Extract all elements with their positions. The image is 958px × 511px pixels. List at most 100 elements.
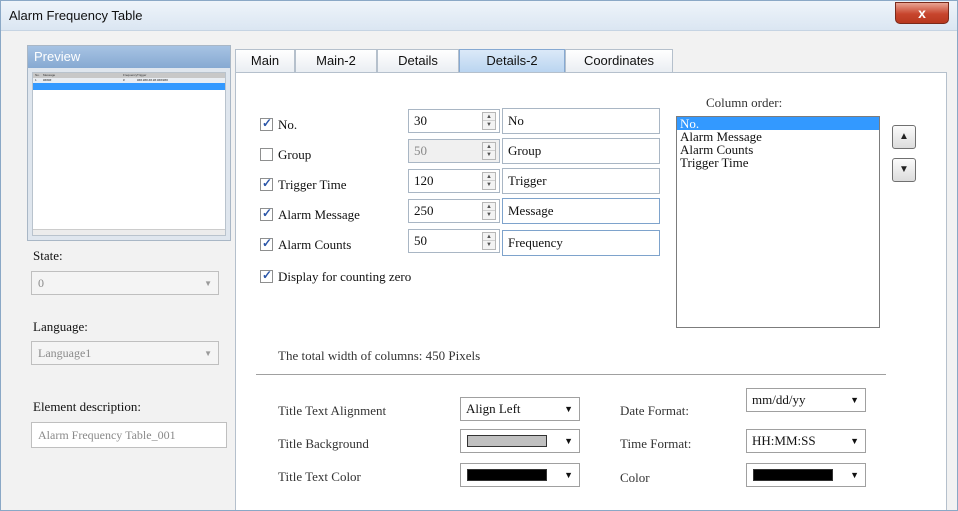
- preview-mini-scrollbar: [33, 229, 225, 235]
- column-trigger-time-title-input[interactable]: Trigger: [502, 168, 660, 194]
- details-2-panel: No. 30 ▲▼ No Group 50 ▲▼ Group Trigger T…: [235, 72, 947, 510]
- date-format-select[interactable]: mm/dd/yy ▼: [746, 388, 866, 412]
- window-title: Alarm Frequency Table: [9, 8, 143, 23]
- tab-details[interactable]: Details: [377, 49, 459, 73]
- display-zero-checkbox[interactable]: [260, 268, 273, 283]
- chevron-down-icon: ▼: [564, 436, 573, 446]
- title-background-color-picker[interactable]: ▼: [460, 429, 580, 453]
- column-alarm-counts-width-stepper[interactable]: 50 ▲ ▼: [408, 229, 500, 253]
- tab-details-2[interactable]: Details-2: [459, 49, 565, 73]
- spin-up-icon[interactable]: ▲: [483, 233, 495, 241]
- total-width-text: The total width of columns: 450 Pixels: [278, 348, 481, 363]
- chevron-down-icon: ▼: [850, 395, 859, 405]
- chevron-down-icon: ▼: [564, 404, 573, 414]
- column-trigger-time-width-stepper[interactable]: 120 ▲ ▼: [408, 169, 500, 193]
- state-value: 0: [38, 276, 44, 290]
- title-text-color-label: Title Text Color: [278, 469, 361, 484]
- spin-buttons[interactable]: ▲ ▼: [482, 202, 496, 220]
- spin-buttons: ▲ ▼: [482, 142, 496, 160]
- title-text-alignment-value: Align Left: [466, 401, 521, 416]
- spin-down-icon[interactable]: ▼: [483, 181, 495, 189]
- display-zero-label: Display for counting zero: [278, 269, 412, 284]
- triangle-down-icon: ▼: [899, 164, 909, 175]
- element-description-field[interactable]: Alarm Frequency Table_001: [31, 422, 227, 448]
- state-label: State:: [33, 248, 63, 263]
- title-background-label: Title Background: [278, 436, 369, 451]
- title-text-alignment-label: Title Text Alignment: [278, 403, 387, 418]
- preview-panel: Preview No. Message Frequency Trigger 1 …: [27, 45, 231, 241]
- color-label: Color: [620, 470, 650, 485]
- column-order-list[interactable]: No. Alarm Message Alarm Counts Trigger T…: [676, 116, 880, 328]
- spin-up-icon[interactable]: ▲: [483, 173, 495, 181]
- spin-up-icon[interactable]: ▲: [483, 113, 495, 121]
- date-format-label: Date Format:: [620, 403, 689, 418]
- preview-mini-selected-row: [33, 83, 225, 90]
- language-label: Language:: [33, 319, 88, 334]
- column-alarm-message-width: 250: [414, 203, 434, 218]
- triangle-up-icon: ▲: [899, 131, 909, 142]
- tab-main[interactable]: Main: [235, 49, 295, 73]
- color-swatch: [753, 469, 833, 481]
- column-no-width-stepper[interactable]: 30 ▲ ▼: [408, 109, 500, 133]
- spin-buttons[interactable]: ▲ ▼: [482, 112, 496, 130]
- column-alarm-message-label: Alarm Message: [278, 207, 360, 222]
- column-no-width: 30: [414, 113, 427, 128]
- spin-buttons[interactable]: ▲ ▼: [482, 172, 496, 190]
- column-alarm-counts-label: Alarm Counts: [278, 237, 352, 252]
- list-item[interactable]: Trigger Time: [677, 156, 879, 169]
- preview-mini-cell: 1: [35, 78, 37, 82]
- title-text-color-picker[interactable]: ▼: [460, 463, 580, 487]
- column-group-width: 50: [414, 143, 427, 158]
- chevron-down-icon: ▼: [204, 279, 212, 288]
- column-alarm-message-width-stepper[interactable]: 250 ▲ ▼: [408, 199, 500, 223]
- column-no-label: No.: [278, 117, 298, 132]
- dialog-window: Alarm Frequency Table x Preview No. Mess…: [0, 0, 958, 511]
- time-format-label: Time Format:: [620, 436, 692, 451]
- spin-buttons[interactable]: ▲ ▼: [482, 232, 496, 250]
- move-up-button[interactable]: ▲: [892, 125, 916, 149]
- language-select[interactable]: Language1 ▼: [31, 341, 219, 365]
- chevron-down-icon: ▼: [564, 470, 573, 480]
- preview-mini-cell: #: [123, 78, 125, 82]
- column-no-title-input[interactable]: No: [502, 108, 660, 134]
- column-alarm-counts-checkbox[interactable]: [260, 236, 273, 251]
- column-trigger-time-checkbox[interactable]: [260, 176, 273, 191]
- spin-down-icon[interactable]: ▼: [483, 121, 495, 129]
- title-background-swatch: [467, 435, 547, 447]
- close-button[interactable]: x: [895, 2, 949, 24]
- date-format-value: mm/dd/yy: [752, 392, 806, 407]
- column-group-title-input[interactable]: Group: [502, 138, 660, 164]
- column-group-checkbox[interactable]: [260, 148, 273, 161]
- preview-header: Preview: [28, 46, 230, 68]
- column-group-label: Group: [278, 147, 312, 162]
- divider: [256, 374, 886, 375]
- language-value: Language1: [38, 346, 92, 360]
- title-bar: Alarm Frequency Table x: [1, 1, 957, 31]
- state-select[interactable]: 0 ▼: [31, 271, 219, 295]
- preview-mini-cell: #####: [43, 78, 52, 82]
- left-panel: Preview No. Message Frequency Trigger 1 …: [9, 37, 231, 507]
- color-picker[interactable]: ▼: [746, 463, 866, 487]
- spin-up-icon[interactable]: ▲: [483, 203, 495, 211]
- column-group-width-stepper: 50 ▲ ▼: [408, 139, 500, 163]
- move-down-button[interactable]: ▼: [892, 158, 916, 182]
- chevron-down-icon: ▼: [850, 436, 859, 446]
- column-alarm-counts-width: 50: [414, 233, 427, 248]
- column-trigger-time-width: 120: [414, 173, 434, 188]
- spin-up-icon: ▲: [483, 143, 495, 151]
- column-alarm-counts-title-input[interactable]: Frequency: [502, 230, 660, 256]
- spin-down-icon: ▼: [486, 152, 492, 158]
- chevron-down-icon: ▼: [850, 470, 859, 480]
- column-alarm-message-title-input[interactable]: Message: [502, 198, 660, 224]
- title-text-alignment-select[interactable]: Align Left ▼: [460, 397, 580, 421]
- tab-coordinates[interactable]: Coordinates: [565, 49, 673, 73]
- tab-main-2[interactable]: Main-2: [295, 49, 377, 73]
- time-format-select[interactable]: HH:MM:SS ▼: [746, 429, 866, 453]
- chevron-down-icon: ▼: [204, 349, 212, 358]
- title-text-color-swatch: [467, 469, 547, 481]
- column-no-checkbox[interactable]: [260, 116, 273, 131]
- column-trigger-time-label: Trigger Time: [278, 177, 347, 192]
- spin-down-icon[interactable]: ▼: [483, 211, 495, 219]
- spin-down-icon[interactable]: ▼: [483, 241, 495, 249]
- column-alarm-message-checkbox[interactable]: [260, 206, 273, 221]
